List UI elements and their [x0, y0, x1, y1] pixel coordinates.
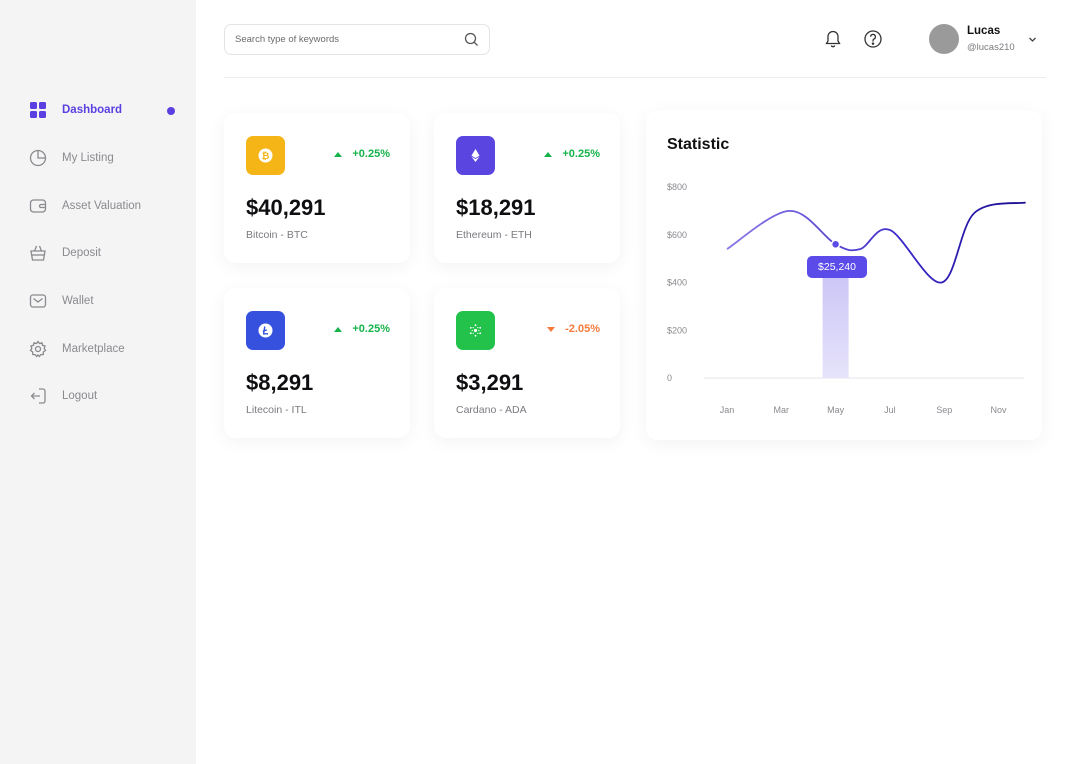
change-indicator: -2.05% — [547, 323, 600, 335]
series-line — [726, 201, 1026, 284]
coin-name: Cardano - ADA — [456, 404, 527, 416]
change-value: -2.05% — [565, 323, 600, 335]
search-icon[interactable] — [464, 32, 479, 47]
envelope-icon — [29, 292, 47, 310]
coin-price: $3,291 — [456, 370, 524, 395]
coin-name: Ethereum - ETH — [456, 229, 532, 241]
coin-card-bitcoin[interactable]: ₿ +0.25% $40,291 Bitcoin - BTC — [224, 113, 410, 263]
basket-icon — [29, 244, 47, 262]
bitcoin-icon: ₿ — [246, 136, 285, 175]
sidebar-item-my-listing[interactable]: My Listing — [29, 147, 114, 169]
avatar[interactable] — [929, 24, 959, 54]
svg-text:₿: ₿ — [262, 151, 270, 162]
sidebar-item-deposit[interactable]: Deposit — [29, 242, 101, 264]
coin-price: $18,291 — [456, 195, 536, 220]
sidebar-item-marketplace[interactable]: Marketplace — [29, 338, 125, 360]
coin-card-ethereum[interactable]: +0.25% $18,291 Ethereum - ETH — [434, 113, 620, 263]
gear-icon — [29, 340, 47, 358]
cardano-icon — [456, 311, 495, 350]
change-indicator: +0.25% — [544, 148, 600, 160]
arrow-up-icon — [334, 151, 343, 157]
change-value: +0.25% — [352, 148, 390, 160]
sidebar-item-label: Logout — [62, 390, 98, 402]
y-tick-label: $200 — [667, 325, 687, 335]
x-tick-label: Jan — [720, 405, 735, 415]
sidebar-item-label: Marketplace — [62, 343, 125, 355]
user-handle: @lucas210 — [967, 42, 1015, 53]
x-tick-label: Nov — [990, 405, 1007, 415]
coin-name: Bitcoin - BTC — [246, 229, 308, 241]
change-indicator: +0.25% — [334, 323, 390, 335]
x-tick-label: Jul — [884, 405, 896, 415]
coin-price: $8,291 — [246, 370, 314, 395]
header-divider — [224, 77, 1046, 78]
y-tick-label: $800 — [667, 182, 687, 192]
ethereum-icon — [456, 136, 495, 175]
change-value: +0.25% — [562, 148, 600, 160]
arrow-down-icon — [547, 326, 556, 332]
coin-price: $40,291 — [246, 195, 326, 220]
active-indicator-dot — [167, 107, 175, 115]
user-name: Lucas — [967, 25, 1001, 37]
change-value: +0.25% — [352, 323, 390, 335]
search-box — [224, 24, 490, 55]
sidebar-item-asset-valuation[interactable]: Asset Valuation — [29, 195, 141, 217]
y-tick-label: 0 — [667, 373, 672, 383]
logout-icon — [29, 387, 47, 405]
pie-chart-icon — [29, 149, 47, 167]
sidebar-item-logout[interactable]: Logout — [29, 385, 97, 407]
y-tick-label: $600 — [667, 230, 687, 240]
sidebar-item-dashboard[interactable]: Dashboard — [29, 99, 122, 121]
search-input[interactable] — [235, 25, 455, 54]
y-tick-label: $400 — [667, 278, 687, 288]
highlight-point — [830, 239, 841, 250]
sidebar-item-label: Dashboard — [62, 104, 123, 116]
sidebar-item-label: Wallet — [62, 295, 94, 307]
coin-name: Litecoin - ITL — [246, 404, 307, 416]
bell-icon[interactable] — [823, 29, 843, 49]
change-indicator: +0.25% — [334, 148, 390, 160]
sidebar: Dashboard My Listing Asset Valuation Dep… — [0, 0, 196, 764]
litecoin-icon — [246, 311, 285, 350]
sidebar-item-wallet[interactable]: Wallet — [29, 290, 94, 312]
sidebar-item-label: My Listing — [62, 152, 114, 164]
chevron-down-icon[interactable] — [1027, 34, 1038, 45]
highlight-bar — [822, 264, 849, 378]
grid-icon — [29, 101, 47, 119]
coin-card-cardano[interactable]: -2.05% $3,291 Cardano - ADA — [434, 288, 620, 438]
wallet-card-icon — [29, 197, 47, 215]
sidebar-item-label: Deposit — [62, 247, 101, 259]
x-tick-label: Sep — [936, 405, 952, 415]
chart-tooltip: $25,240 — [807, 256, 867, 278]
help-icon[interactable] — [863, 29, 883, 49]
arrow-up-icon — [334, 326, 343, 332]
x-tick-label: Mar — [774, 405, 790, 415]
sidebar-item-label: Asset Valuation — [62, 200, 142, 212]
arrow-up-icon — [544, 151, 553, 157]
coin-card-litecoin[interactable]: +0.25% $8,291 Litecoin - ITL — [224, 288, 410, 438]
statistic-card: Statistic $800 $600 $400 $200 0 Jan Mar May Jul S… — [646, 110, 1042, 440]
x-tick-label: May — [827, 405, 845, 415]
